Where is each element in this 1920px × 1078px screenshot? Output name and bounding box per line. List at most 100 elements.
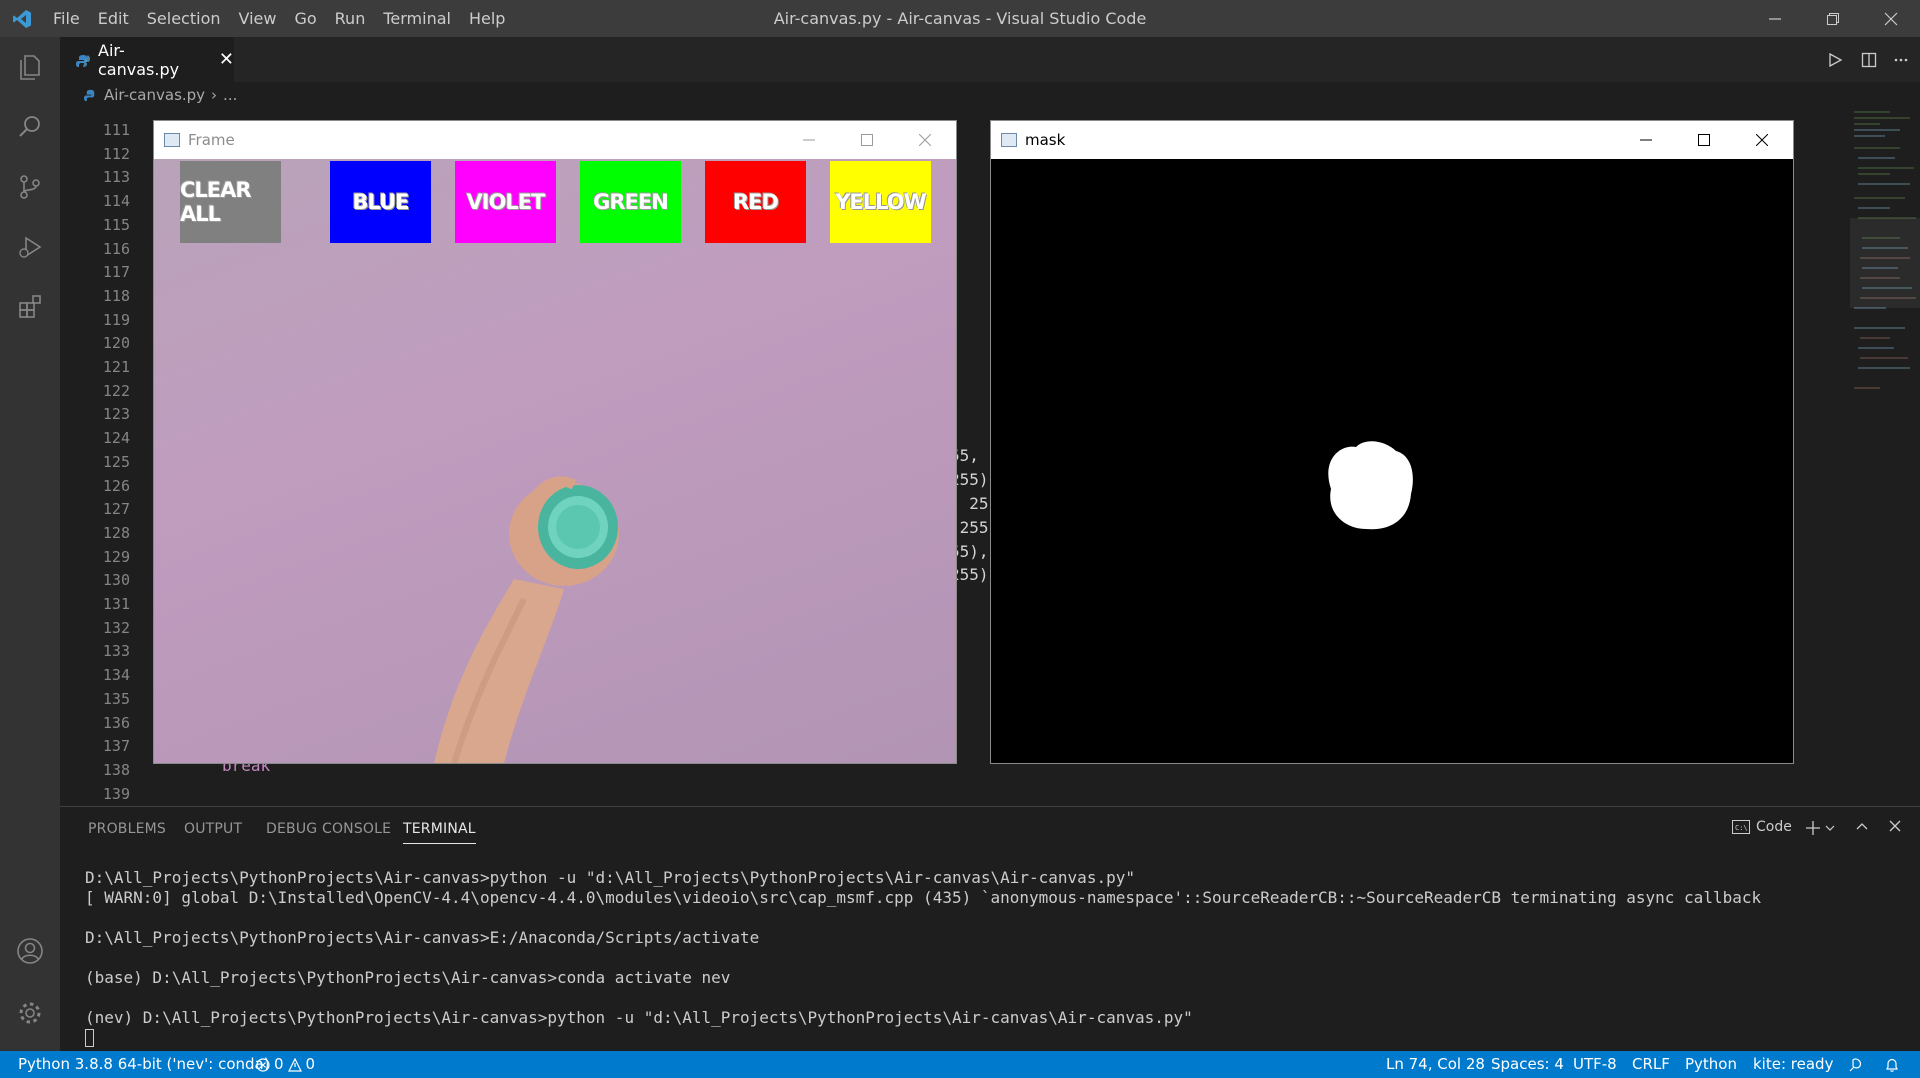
menu-file[interactable]: File <box>44 0 89 37</box>
warning-icon <box>287 1057 302 1072</box>
python-file-icon <box>84 88 98 102</box>
hand-holding-cap-image <box>434 476 619 763</box>
extensions-icon[interactable] <box>0 277 60 337</box>
vscode-logo-icon <box>0 0 44 37</box>
svg-text:C:\: C:\ <box>1735 824 1748 832</box>
breadcrumb-file[interactable]: Air-canvas.py <box>104 86 205 104</box>
indentation[interactable]: Spaces: 4 <box>1491 1051 1564 1078</box>
menu-run[interactable]: Run <box>326 0 375 37</box>
restore-window-button[interactable] <box>1804 0 1862 37</box>
frame-close-button[interactable] <box>896 121 954 159</box>
status-bar: Python 3.8.8 64-bit ('nev': conda) 0 0 L… <box>0 1051 1920 1078</box>
line-number: 121 <box>102 358 130 376</box>
line-number: 115 <box>102 215 130 234</box>
bottom-panel: PROBLEMS OUTPUT DEBUG CONSOLE TERMINAL C… <box>60 806 1920 1051</box>
menu-terminal[interactable]: Terminal <box>374 0 460 37</box>
line-number: 133 <box>102 642 130 661</box>
line-number: 125 <box>102 452 130 471</box>
camera-feed[interactable]: CLEAR ALL BLUE VIOLET GREEN RED YELLOW <box>154 159 956 763</box>
mask-minimize-button[interactable] <box>1617 121 1675 159</box>
mask-view <box>991 159 1793 763</box>
line-number: 120 <box>102 334 130 353</box>
line-ending[interactable]: CRLF <box>1632 1051 1670 1078</box>
mask-close-button[interactable] <box>1733 121 1791 159</box>
run-debug-icon[interactable] <box>0 217 60 277</box>
more-actions-icon[interactable] <box>1886 45 1916 75</box>
line-number: 134 <box>102 666 130 685</box>
terminal-selector[interactable]: C:\ Code <box>1732 819 1792 835</box>
tab-output[interactable]: OUTPUT <box>184 821 242 837</box>
mask-maximize-button[interactable] <box>1675 121 1733 159</box>
menu-edit[interactable]: Edit <box>89 0 138 37</box>
maximize-panel-button[interactable] <box>1855 819 1875 839</box>
line-number: 131 <box>102 595 130 613</box>
breadcrumb-symbol[interactable]: ... <box>223 86 237 104</box>
line-number-gutter: 111 112 113 114 115 116 117 118 119 120 121 122 123 1… <box>60 108 130 806</box>
line-number: 127 <box>102 500 130 519</box>
editor-scrollbar[interactable] <box>1905 408 1920 448</box>
frame-minimize-button[interactable] <box>780 121 838 159</box>
tab-problems[interactable]: PROBLEMS <box>88 821 166 837</box>
explorer-icon[interactable] <box>0 37 60 97</box>
minimize-window-button[interactable] <box>1746 0 1804 37</box>
close-tab-icon[interactable]: ✕ <box>219 49 234 70</box>
minimap[interactable] <box>1850 108 1920 408</box>
cursor-position[interactable]: Ln 74, Col 28 <box>1386 1051 1485 1078</box>
terminal-line: D:\All_Projects\PythonProjects\Air-canva… <box>85 868 1135 887</box>
frame-window[interactable]: Frame CLEAR ALL BLUE VIOLET GREEN RED YE… <box>153 120 957 764</box>
editor-tab-bar: Air-canvas.py ✕ <box>60 37 1920 82</box>
line-number: 137 <box>102 737 130 756</box>
close-panel-button[interactable] <box>1888 819 1908 839</box>
line-number: 136 <box>102 713 130 732</box>
menu-help[interactable]: Help <box>460 0 514 37</box>
menu-view[interactable]: View <box>230 0 286 37</box>
search-icon[interactable] <box>0 97 60 157</box>
line-number: 112 <box>102 144 130 163</box>
line-number: 132 <box>102 618 130 637</box>
kite-status[interactable]: kite: ready <box>1753 1051 1833 1078</box>
error-icon <box>256 1057 270 1072</box>
mask-window[interactable]: mask <box>990 120 1794 764</box>
problems-status[interactable]: 0 0 <box>256 1051 315 1078</box>
terminal-line: D:\All_Projects\PythonProjects\Air-canva… <box>85 928 760 947</box>
plus-icon <box>1806 821 1820 835</box>
line-number: 124 <box>102 429 130 448</box>
mask-blob <box>1328 441 1413 530</box>
language-mode[interactable]: Python <box>1685 1051 1737 1078</box>
frame-maximize-button[interactable] <box>838 121 896 159</box>
close-window-button[interactable] <box>1862 0 1920 37</box>
window-app-icon <box>1001 133 1017 147</box>
line-number: 113 <box>102 168 130 187</box>
window-app-icon <box>164 133 180 147</box>
line-number: 123 <box>102 405 130 424</box>
chevron-down-icon <box>1825 825 1835 831</box>
encoding[interactable]: UTF-8 <box>1573 1051 1617 1078</box>
settings-gear-icon[interactable] <box>0 983 60 1043</box>
python-file-icon <box>76 53 90 67</box>
tab-air-canvas-py[interactable]: Air-canvas.py ✕ <box>60 37 234 82</box>
error-count: 0 <box>274 1055 284 1073</box>
feedback-icon[interactable] <box>1848 1051 1864 1078</box>
tab-terminal[interactable]: TERMINAL <box>403 821 476 844</box>
menu-go[interactable]: Go <box>285 0 325 37</box>
line-number: 135 <box>102 689 130 708</box>
chevron-up-icon <box>1856 823 1868 830</box>
python-interpreter[interactable]: Python 3.8.8 64-bit ('nev': conda) <box>18 1051 270 1078</box>
title-bar: File Edit Selection View Go Run Terminal… <box>0 0 1920 37</box>
menu-selection[interactable]: Selection <box>138 0 230 37</box>
line-number: 139 <box>102 784 130 803</box>
run-file-icon[interactable] <box>1820 45 1850 75</box>
source-control-icon[interactable] <box>0 157 60 217</box>
tab-debug-console[interactable]: DEBUG CONSOLE <box>266 821 391 837</box>
terminal-line: (nev) D:\All_Projects\PythonProjects\Air… <box>85 1008 1193 1027</box>
breadcrumb: Air-canvas.py › ... <box>60 82 1920 108</box>
new-terminal-button[interactable] <box>1805 817 1845 839</box>
accounts-icon[interactable] <box>0 921 60 981</box>
line-number: 130 <box>102 571 130 590</box>
split-editor-icon[interactable] <box>1854 45 1884 75</box>
terminal-line: (base) D:\All_Projects\PythonProjects\Ai… <box>85 968 731 987</box>
frame-window-title: Frame <box>188 131 235 149</box>
tab-label: Air-canvas.py <box>98 40 180 79</box>
notifications-bell-icon[interactable] <box>1884 1051 1900 1078</box>
activity-bar <box>0 37 60 1051</box>
